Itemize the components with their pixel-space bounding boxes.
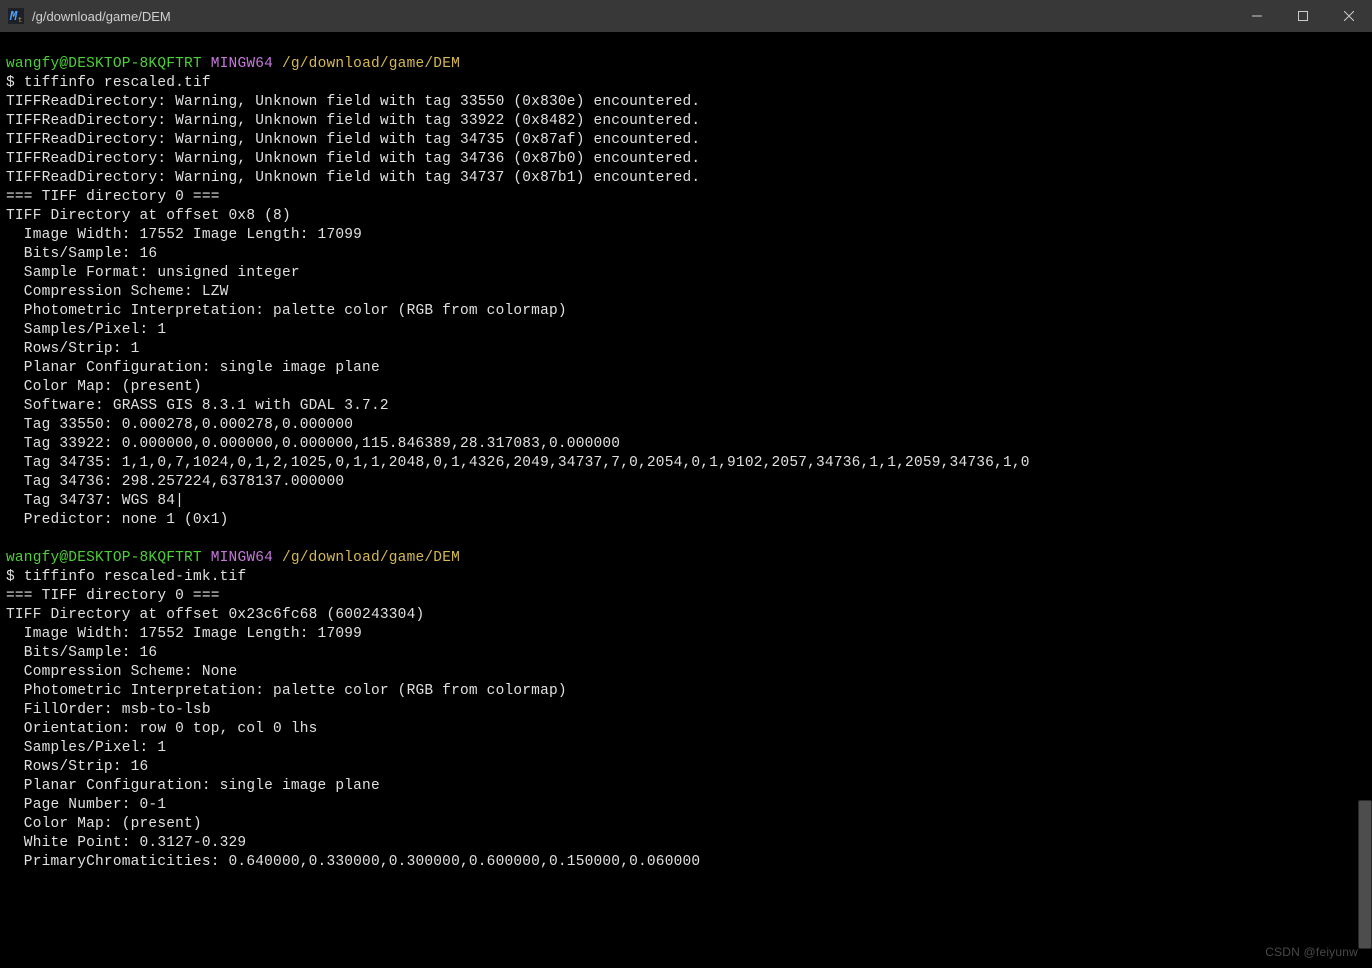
command-text: tiffinfo rescaled.tif [24,75,211,91]
command-line: $ tiffinfo rescaled-imk.tif [6,569,246,585]
app-icon: M t [8,8,24,24]
prompt-sigil: $ [6,75,15,91]
prompt-user: wangfy@DESKTOP-8KQFTRT [6,56,202,72]
terminal[interactable]: wangfy@DESKTOP-8KQFTRT MINGW64 /g/downlo… [0,32,1372,968]
minimize-button[interactable] [1234,0,1280,32]
prompt-line: wangfy@DESKTOP-8KQFTRT MINGW64 /g/downlo… [6,56,460,72]
command-line: $ tiffinfo rescaled.tif [6,75,211,91]
scrollbar-track[interactable] [1356,32,1372,968]
svg-text:M: M [9,9,18,23]
prompt-line: wangfy@DESKTOP-8KQFTRT MINGW64 /g/downlo… [6,550,460,566]
maximize-button[interactable] [1280,0,1326,32]
window-title: /g/download/game/DEM [32,9,171,24]
svg-text:t: t [18,16,22,24]
close-button[interactable] [1326,0,1372,32]
command-text: tiffinfo rescaled-imk.tif [24,569,247,585]
scrollbar-thumb[interactable] [1358,800,1372,950]
prompt-system: MINGW64 [211,56,273,72]
titlebar[interactable]: M t /g/download/game/DEM [0,0,1372,32]
prompt-user: wangfy@DESKTOP-8KQFTRT [6,550,202,566]
prompt-cwd: /g/download/game/DEM [282,56,460,72]
watermark: CSDN @feiyunw [1265,943,1358,962]
prompt-system: MINGW64 [211,550,273,566]
prompt-sigil: $ [6,569,15,585]
prompt-cwd: /g/download/game/DEM [282,550,460,566]
output-block-2: === TIFF directory 0 === TIFF Directory … [6,588,700,870]
output-block-1: TIFFReadDirectory: Warning, Unknown fiel… [6,94,1030,528]
